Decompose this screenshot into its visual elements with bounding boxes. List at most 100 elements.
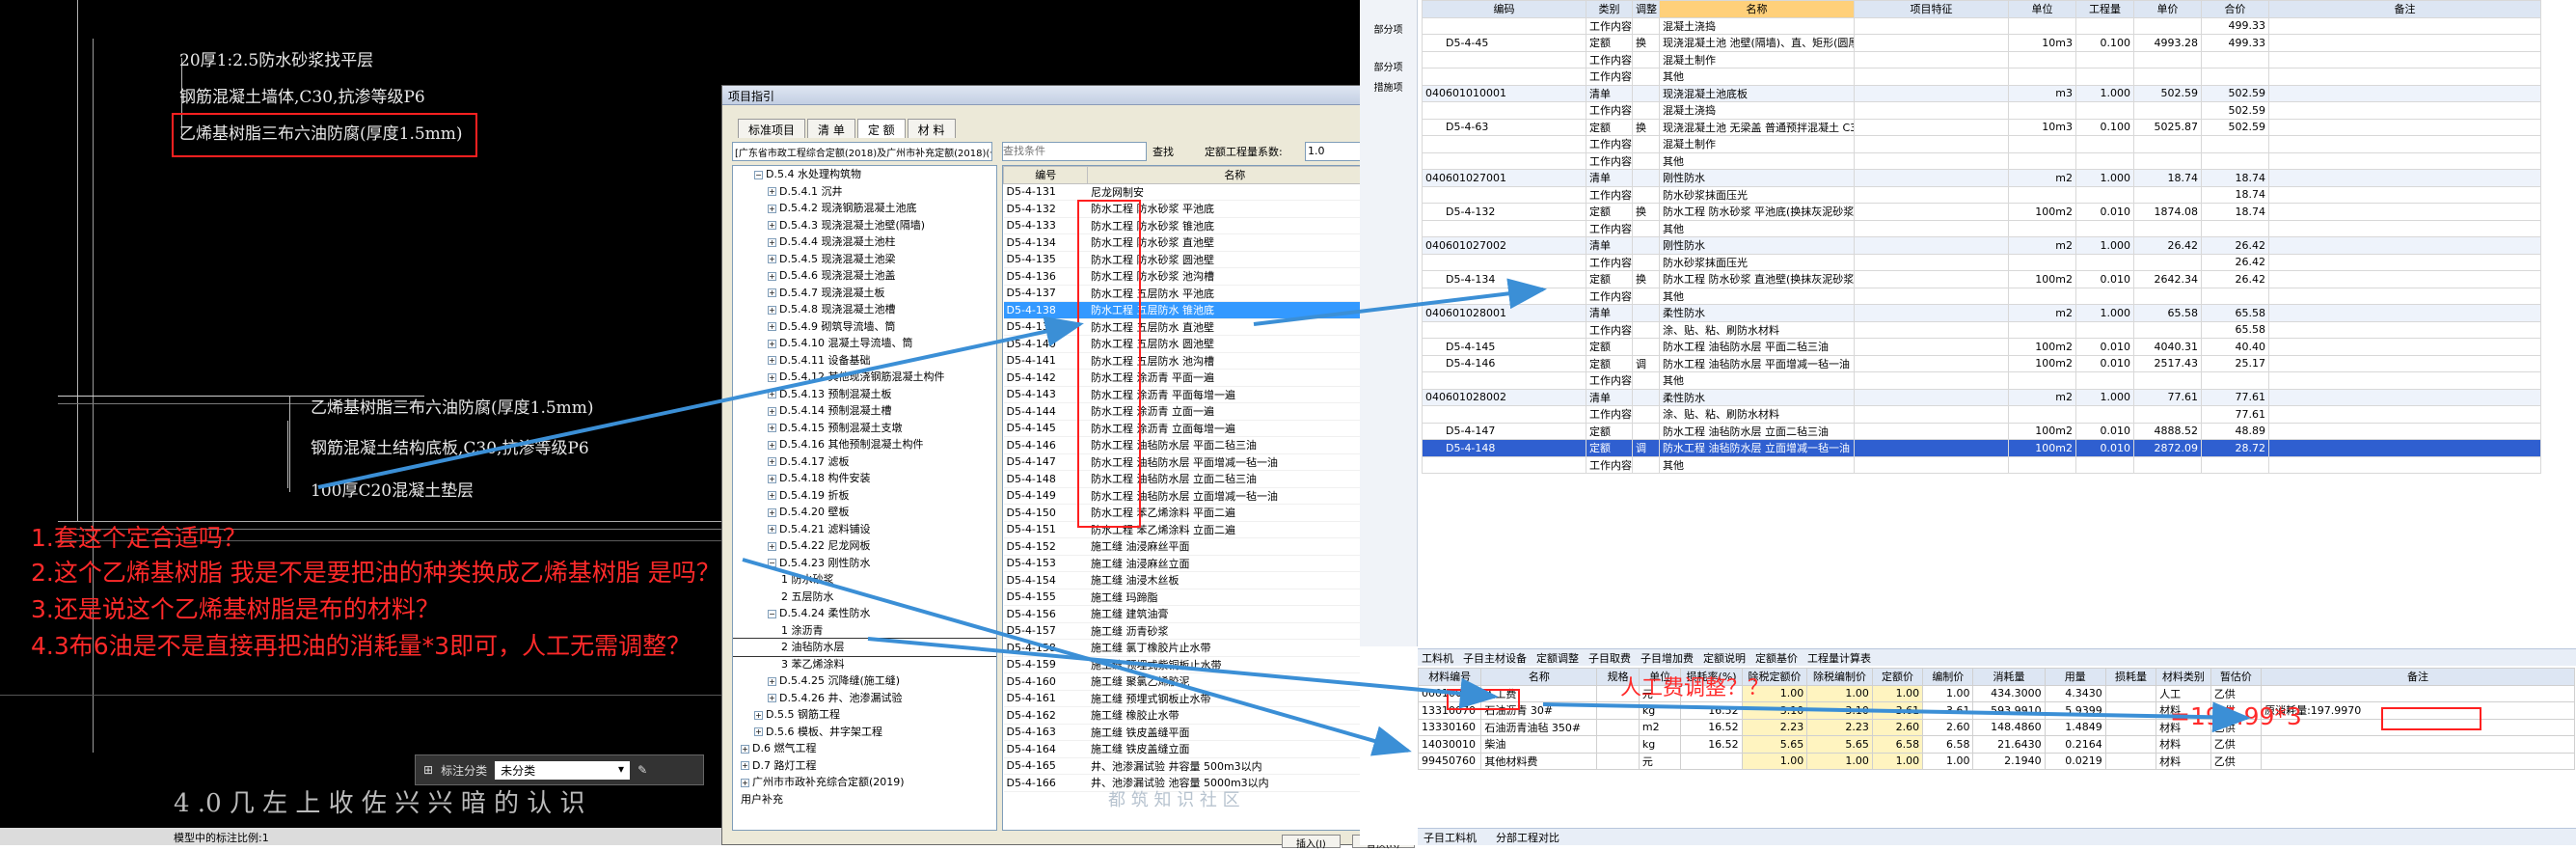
bill-grid[interactable]: 编码 类别 调整 名称 项目特征 单位 工程量 单价 合价 备注 工作内容 混凝土浇捣 499.33 D5… [1422, 0, 2576, 637]
bill-row[interactable]: 工作内容 其他 [1422, 455, 2541, 474]
bill-row[interactable]: D5-4-145 定额 防水工程 油毡防水层 平面二毡三油 100m2 0.010 404… [1422, 338, 2541, 356]
expand-icon[interactable]: + [768, 288, 776, 297]
nav-item[interactable]: 措施项 [1360, 79, 1417, 94]
column-header[interactable]: 备注 [2261, 668, 2575, 686]
column-header[interactable]: 单位 [2008, 0, 2076, 18]
bill-row[interactable]: 040601027002 清单 刚性防水 m2 1.000 26.42 26.42 [1422, 236, 2541, 255]
tree-node[interactable]: + D.5.4.15 预制混凝土支墩 [733, 420, 996, 437]
tree-node[interactable]: + D.5.4.12 其他现浇钢筋混凝土构件 [733, 369, 996, 386]
column-header[interactable]: 编号 [1003, 166, 1089, 184]
collapse-icon[interactable]: − [768, 609, 776, 618]
expand-icon[interactable]: + [768, 440, 776, 450]
tree-node[interactable]: 用户补充 [733, 791, 996, 809]
column-header[interactable]: 消耗量 [1972, 668, 2046, 686]
expand-icon[interactable]: + [768, 390, 776, 398]
tab-standard[interactable]: 标准项目 [738, 119, 806, 138]
column-header[interactable]: 用量 [2044, 668, 2106, 686]
tree-node[interactable]: + D.5.4.20 壁板 [733, 504, 996, 521]
expand-icon[interactable]: + [768, 507, 776, 517]
tab-detail[interactable]: 定额说明 [1703, 650, 1746, 665]
bill-row[interactable]: 工作内容 混凝土浇捣 502.59 [1422, 101, 2541, 120]
column-header[interactable]: 名称 [1087, 166, 1383, 184]
bill-row[interactable]: 040601028002 清单 柔性防水 m2 1.000 77.61 77.61 [1422, 388, 2541, 406]
bill-row[interactable]: D5-4-63定额换现浇混凝土池 无梁盖 普通预拌混凝土 C30 抗渗P6 10m… [1422, 118, 2541, 136]
tree-node[interactable]: + D.5.4.19 折板 [733, 487, 996, 505]
expand-icon[interactable]: + [754, 710, 763, 720]
tree-node[interactable]: − D.5.4.24 柔性防水 [733, 605, 996, 622]
tree-node[interactable]: + D.5.4.4 现浇混凝土池柱 [733, 233, 996, 251]
tree-node[interactable]: 3 苯乙烯涂料 [733, 656, 996, 673]
column-header[interactable]: 类别 [1586, 0, 1633, 18]
expand-icon[interactable]: + [768, 424, 776, 432]
search-input[interactable] [1002, 142, 1147, 161]
expand-icon[interactable]: + [754, 727, 763, 736]
tree-node[interactable]: + D.5.4.7 现浇混凝土板 [733, 285, 996, 302]
resource-grid[interactable]: 材料编号 名称 规格 单位 损耗率(%) 除税定额价 除税编制价 定额价 编制价 消耗量 用量 损耗量… [1418, 668, 2576, 812]
tree-node[interactable]: + D.5.4.13 预制混凝土板 [733, 386, 996, 403]
resource-row[interactable]: 99450760 其他材料费元 1.00 1.00 1.00 1.00 2.1940 0.02… [1418, 752, 2575, 770]
dialog-titlebar[interactable]: 项目指引✕ [722, 86, 1432, 105]
bill-row[interactable]: 工作内容 涂、贴、粘、刷防水材料 65.58 [1422, 320, 2541, 339]
column-header[interactable]: 损耗量 [2104, 668, 2157, 686]
expand-icon[interactable]: + [768, 339, 776, 348]
collapse-icon[interactable]: − [768, 559, 776, 567]
expand-icon[interactable]: + [768, 372, 776, 382]
tree-node[interactable]: + D.5.4.14 预制混凝土槽 [733, 402, 996, 420]
expand-icon[interactable]: + [768, 255, 776, 263]
tree-node[interactable]: + D.5.4.26 井、池渗漏试验 [733, 690, 996, 707]
tree-node[interactable]: 2 油毡防水层 [733, 638, 996, 657]
column-header[interactable]: 单价 [2133, 0, 2202, 18]
tree-node[interactable]: + D.5.4.17 滤板 [733, 453, 996, 471]
column-header[interactable]: 名称 [1659, 0, 1855, 18]
grid-icon[interactable]: ⊞ [423, 763, 433, 777]
tree-node[interactable]: + D.5.4.16 其他预制混凝土构件 [733, 436, 996, 453]
bill-row[interactable]: 040601010001 清单 现浇混凝土池底板 m3 1.000 502.59 502.5… [1422, 84, 2541, 102]
column-header[interactable]: 定额价 [1871, 668, 1924, 686]
tree-node[interactable]: + D.5.5 钢筋工程 [733, 706, 996, 724]
expand-icon[interactable]: + [768, 457, 776, 466]
tab-detail[interactable]: 工料机 [1422, 650, 1453, 665]
tree-node[interactable]: + D.5.4.9 砌筑导流墙、筒 [733, 318, 996, 336]
expand-icon[interactable]: + [768, 237, 776, 247]
bill-row[interactable]: D5-4-45定额换现浇混凝土池 池壁(隔墙)、直、矩形(圆厚) 30cm以内 … [1422, 34, 2541, 52]
tab-detail[interactable]: 子目增加费 [1641, 650, 1694, 665]
tree-node[interactable]: + D.5.4.5 现浇混凝土池梁 [733, 251, 996, 268]
column-header[interactable]: 项目特征 [1854, 0, 2009, 18]
tree-node[interactable]: + D.5.4.21 滤料铺设 [733, 521, 996, 538]
tree-node[interactable]: + D.5.4.6 现浇混凝土池盖 [733, 267, 996, 285]
expand-icon[interactable]: + [768, 204, 776, 213]
bill-row[interactable]: 工作内容 其他 [1422, 287, 2541, 305]
expand-icon[interactable]: + [741, 761, 749, 770]
column-header[interactable]: 合价 [2201, 0, 2269, 18]
tab-material[interactable]: 材 料 [907, 119, 956, 138]
bill-row[interactable]: 工作内容 涂、贴、粘、刷防水材料 77.61 [1422, 405, 2541, 424]
tree-node[interactable]: + 广州市市政补充综合定额(2019) [733, 774, 996, 791]
tab-compare[interactable]: 分部工程对比 [1496, 830, 1559, 844]
bill-row[interactable]: 工作内容 防水砂浆抹面压光 26.42 [1422, 253, 2541, 271]
expand-icon[interactable]: + [768, 525, 776, 534]
expand-icon[interactable]: + [768, 474, 776, 483]
column-header[interactable]: 材料编号 [1418, 668, 1482, 686]
expand-icon[interactable]: + [768, 406, 776, 416]
column-header[interactable]: 暂估价 [2210, 668, 2263, 686]
bill-row[interactable]: D5-4-146 定额调防水工程 油毡防水层 平面增减一毡一油 100m2 0.010… [1422, 354, 2541, 372]
nav-item[interactable]: 部分项 [1360, 59, 1417, 73]
column-header[interactable]: 调整 [1632, 0, 1660, 18]
bill-row[interactable]: 工作内容 其他 [1422, 371, 2541, 390]
column-header[interactable]: 材料类别 [2156, 668, 2211, 686]
tree-node[interactable]: + D.5.6 模板、井字架工程 [733, 724, 996, 741]
bill-row[interactable]: 工作内容 其他 [1422, 68, 2541, 86]
tab-detail[interactable]: 工程量计算表 [1807, 650, 1871, 665]
edit-icon[interactable]: ✎ [637, 763, 647, 777]
collapse-icon[interactable]: − [754, 170, 763, 179]
nav-item[interactable]: 部分项 [1360, 21, 1417, 36]
expand-icon[interactable]: + [741, 744, 749, 754]
bill-row[interactable]: 工作内容 其他 [1422, 219, 2541, 237]
expand-icon[interactable]: + [768, 187, 776, 196]
column-header[interactable]: 编制价 [1922, 668, 1974, 686]
bill-row[interactable]: D5-4-134定额换防水工程 防水砂浆 直池壁(换抹灰泥砂浆1:2.5)//换… [1422, 270, 2541, 288]
tree-node[interactable]: + D.5.4.11 设备基础 [733, 352, 996, 370]
bill-row[interactable]: 工作内容 防水砂浆抹面压光 18.74 [1422, 185, 2541, 204]
tree-node[interactable]: 1 防水砂浆 [733, 571, 996, 589]
quota-tree[interactable]: − D.5.4 水处理构筑物 + D.5.4.1 沉井 + D.5.4.2 现浇钢筋混凝土… [732, 165, 997, 831]
